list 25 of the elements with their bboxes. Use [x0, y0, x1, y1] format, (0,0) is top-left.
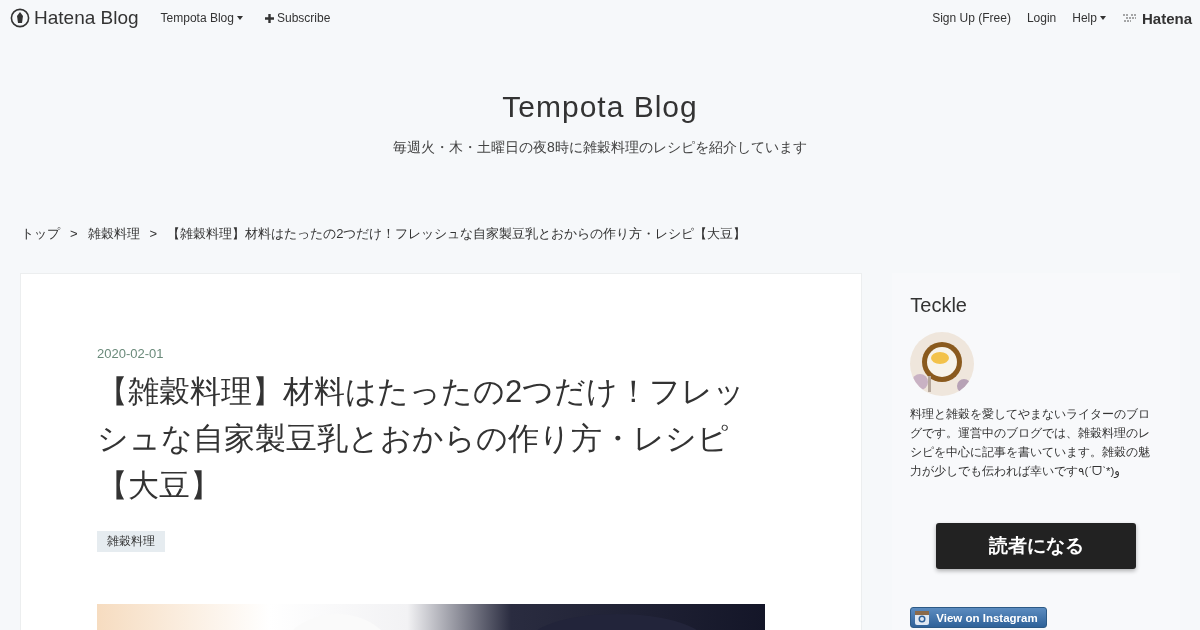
camera-icon — [914, 609, 931, 626]
instagram-button[interactable]: View on Instagram — [910, 607, 1047, 628]
nav-link[interactable]: Sign Up (Free) — [932, 11, 1011, 25]
hatena-logo[interactable]: Hatena — [1121, 9, 1192, 27]
blog-title[interactable]: Tempota Blog — [502, 90, 698, 124]
plus-icon — [264, 13, 274, 23]
hatena-blog-logo[interactable]: Hatena Blog — [10, 7, 139, 29]
author-bio: 料理と雑穀を愛してやまないライターのブログです。運営中のブログでは、雑穀料理のレシピを中心に記事を書いています。雑穀の魅力が少しでも伝われば幸いです٩(ˊᗜˋ*)و — [910, 407, 1152, 480]
breadcrumb-link[interactable]: トップ — [21, 224, 60, 243]
subscribe-button[interactable]: 読者になる — [936, 523, 1137, 569]
caret-icon — [236, 16, 243, 20]
post-title[interactable]: 【雑穀料理】材料はたったの2つだけ！フレッシュな自家製豆乳とおからの作り方・レシピ【大豆】 — [97, 368, 766, 509]
category-tag[interactable]: 雑穀料理 — [97, 531, 165, 552]
caret-icon — [1099, 16, 1106, 20]
breadcrumb-current: 【雑穀料理】材料はたったの2つだけ！フレッシュな自家製豆乳とおからの作り方・レシピ【大豆】 — [167, 224, 747, 243]
author-name[interactable]: Teckle — [910, 294, 1162, 317]
breadcrumb-link[interactable]: 雑穀料理 — [87, 224, 140, 243]
post-date: 2020-02-01 — [97, 346, 164, 361]
nav-link[interactable]: Login — [1026, 11, 1057, 25]
blog-description: 毎週火・木・土曜日の夜8時に雑穀料理のレシピを紹介しています — [393, 139, 807, 157]
breadcrumb-separator: > — [149, 226, 158, 241]
dropdown-menu[interactable]: Help — [1072, 11, 1106, 25]
subscribe-link[interactable]: Subscribe — [264, 11, 331, 25]
breadcrumb-separator: > — [70, 226, 78, 241]
dropdown-menu[interactable]: Tempota Blog — [160, 11, 243, 25]
